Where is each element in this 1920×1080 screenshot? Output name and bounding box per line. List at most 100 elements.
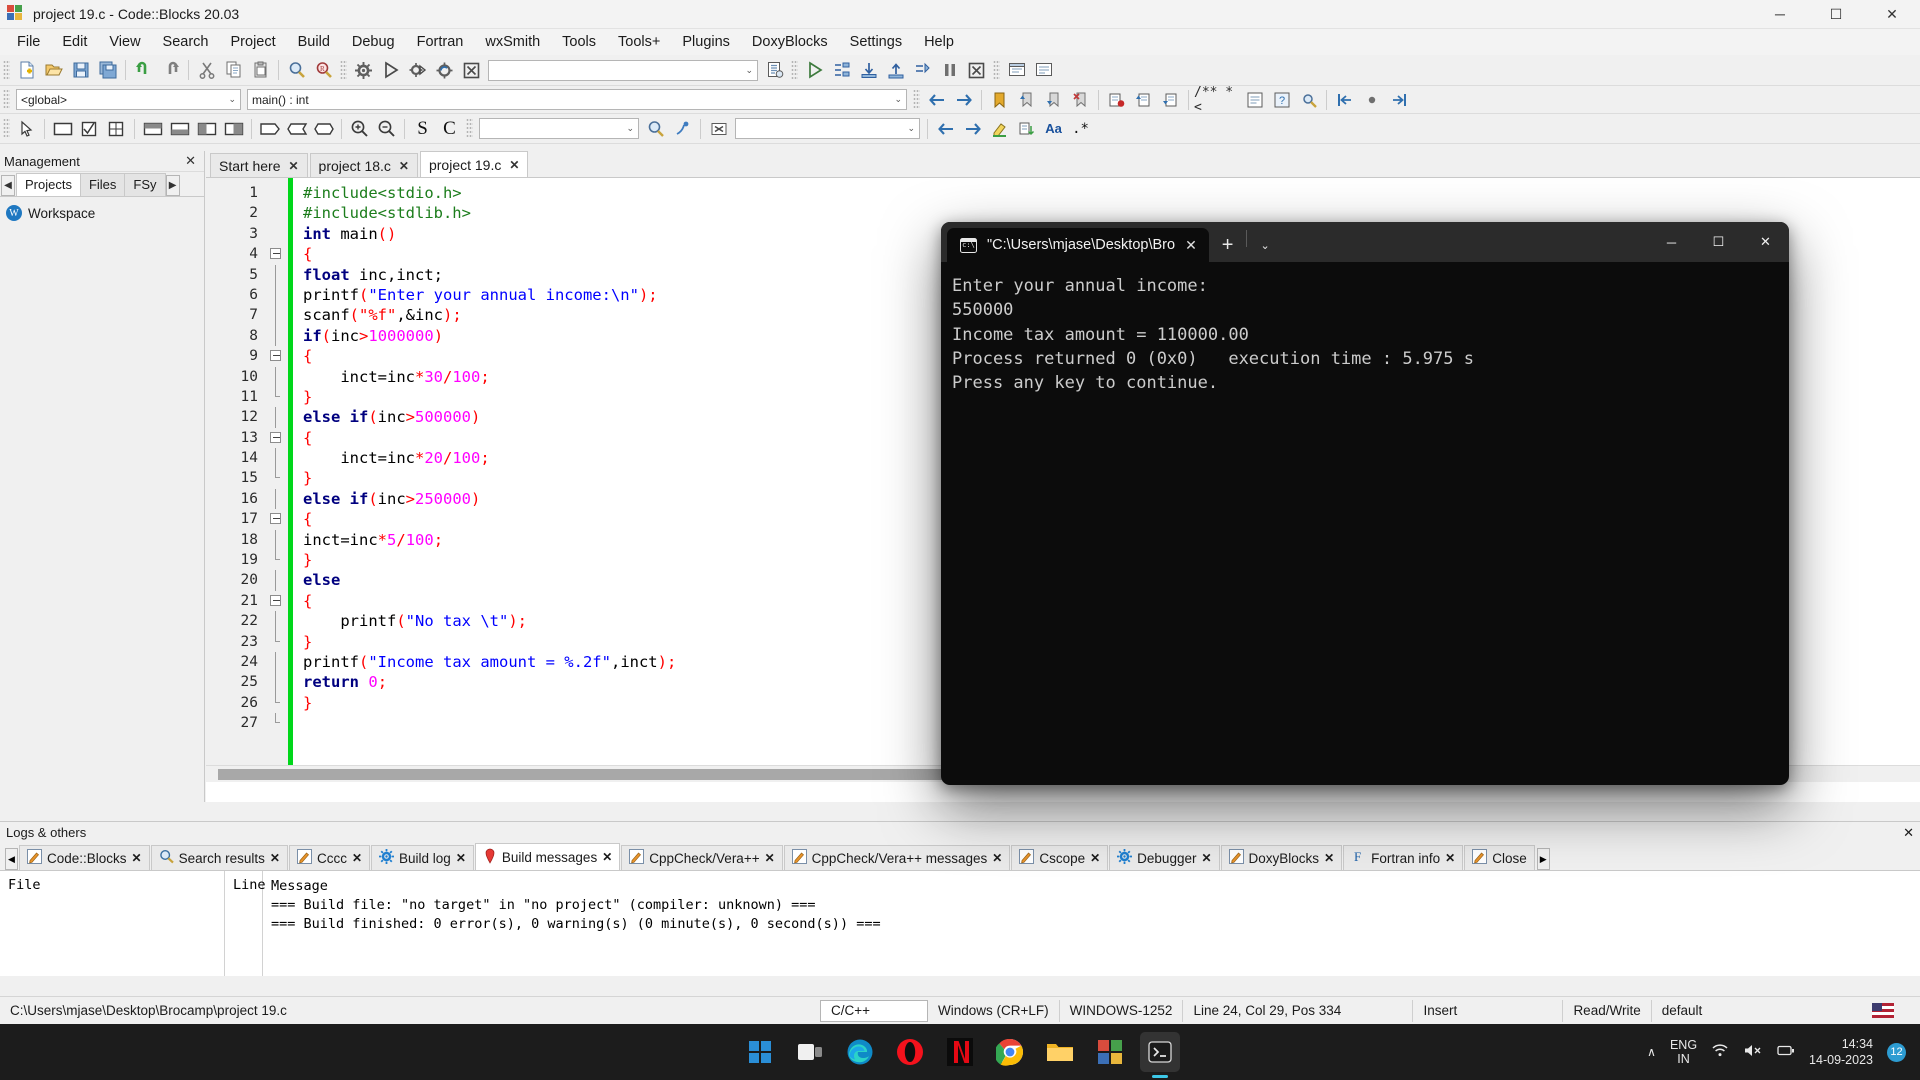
search-next-icon[interactable] [960,116,985,141]
close-icon[interactable]: ✕ [352,851,362,865]
split-right-icon[interactable] [221,116,246,141]
logs-tab-cppcheck-vera-messages[interactable]: CppCheck/Vera++ messages ✕ [783,845,1011,870]
toolbar-grip[interactable] [466,118,473,139]
fold-cell[interactable] [266,672,288,693]
fold-cell[interactable] [266,366,288,387]
split-left-icon[interactable] [194,116,219,141]
logs-tab-doxyblocks[interactable]: DoxyBlocks ✕ [1220,845,1343,870]
debug-break-icon[interactable] [937,58,962,83]
file-explorer-icon[interactable] [1040,1032,1080,1072]
chrome-icon[interactable] [990,1032,1030,1072]
shape-hexagon-icon[interactable] [311,116,336,141]
menu-plugins[interactable]: Plugins [671,31,741,53]
menu-tools-plus[interactable]: Tools+ [607,31,671,53]
search-options-icon[interactable] [670,116,695,141]
task-view-button[interactable] [790,1032,830,1072]
fold-cell[interactable] [266,183,288,203]
zoom-out-icon[interactable] [374,116,399,141]
build-and-run-icon[interactable] [405,58,430,83]
fold-cell[interactable] [266,325,288,347]
menu-edit[interactable]: Edit [51,31,98,53]
menu-settings[interactable]: Settings [839,31,913,53]
console-tab[interactable]: c:\ "C:\Users\mjase\Desktop\Bro ✕ [947,228,1209,262]
letter-c-icon[interactable]: C [437,116,462,141]
fold-cell[interactable] [266,550,288,570]
management-tab-projects[interactable]: Projects [16,173,81,196]
clear-search-icon[interactable] [706,116,731,141]
wifi-icon[interactable] [1711,1043,1729,1061]
split-top-icon[interactable] [140,116,165,141]
management-close-icon[interactable]: ✕ [181,153,200,169]
next-bookmark-icon[interactable] [1041,87,1066,112]
editor-tab-project-18[interactable]: project 18.c ✕ [309,153,418,177]
close-icon[interactable]: ✕ [1445,851,1455,865]
close-icon[interactable]: ✕ [1201,851,1211,865]
close-icon[interactable]: ✕ [399,159,409,173]
close-icon[interactable]: ✕ [1090,851,1100,865]
find-icon[interactable] [284,58,309,83]
cut-icon[interactable] [194,58,219,83]
nav-forward-icon[interactable] [951,87,976,112]
netflix-icon[interactable] [940,1032,980,1072]
close-icon[interactable]: ✕ [509,158,519,172]
next-breakpoint-icon[interactable] [1158,87,1183,112]
clock[interactable]: 14:34 14-09-2023 [1809,1036,1873,1068]
start-button[interactable] [740,1032,780,1072]
logs-tab-cscope[interactable]: Cscope ✕ [1011,845,1109,870]
logs-tab-cccc[interactable]: Cccc ✕ [288,845,371,870]
function-combo[interactable]: main() : int ⌄ [247,89,907,110]
console-maximize-button[interactable]: ☐ [1695,222,1742,262]
fold-cell[interactable] [266,428,288,448]
menu-doxyblocks[interactable]: DoxyBlocks [741,31,839,53]
fold-cell[interactable] [266,264,288,285]
fold-cell[interactable] [266,591,288,611]
logs-tab-cppcheck-vera[interactable]: CppCheck/Vera++ ✕ [621,845,783,870]
fold-cell[interactable] [266,529,288,551]
goto-next-function-icon[interactable] [1386,87,1411,112]
copy-icon[interactable] [221,58,246,83]
run-icon[interactable] [378,58,403,83]
menu-view[interactable]: View [98,31,151,53]
doxyblocks-extract-icon[interactable] [1242,87,1267,112]
fold-cell[interactable] [266,386,288,407]
checkbox-shape-icon[interactable] [77,116,102,141]
goto-line-icon[interactable] [1359,87,1384,112]
incremental-search-input[interactable]: ⌄ [479,118,639,139]
menu-fortran[interactable]: Fortran [406,31,475,53]
menu-search[interactable]: Search [152,31,220,53]
save-icon[interactable] [68,58,93,83]
fold-cell[interactable] [266,224,288,244]
logs-tab-code-blocks[interactable]: Code::Blocks ✕ [19,845,150,870]
toolbar-grip[interactable] [3,118,10,139]
menu-debug[interactable]: Debug [341,31,406,53]
debug-windows-icon[interactable] [1004,58,1029,83]
menu-build[interactable]: Build [287,31,341,53]
fold-cell[interactable] [266,651,288,673]
fold-cell[interactable] [266,448,288,469]
toolbar-grip[interactable] [3,59,10,81]
fold-cell[interactable] [266,284,288,306]
build-target-combo[interactable]: ⌄ [488,59,758,81]
build-gear-icon[interactable] [351,58,376,83]
toolbar-grip[interactable] [791,59,798,81]
close-icon[interactable]: ✕ [1324,851,1334,865]
menu-project[interactable]: Project [220,31,287,53]
close-button[interactable]: ✕ [1864,0,1920,29]
doxyblocks-help-icon[interactable]: ? [1269,87,1294,112]
fold-margin[interactable] [266,178,288,782]
close-icon[interactable]: ✕ [992,851,1002,865]
various-info-icon[interactable] [1031,58,1056,83]
goto-prev-function-icon[interactable] [1332,87,1357,112]
search-go-icon[interactable] [643,116,668,141]
fold-cell[interactable] [266,713,288,733]
grid-shape-icon[interactable] [104,116,129,141]
close-icon[interactable]: ✕ [765,851,775,865]
chevron-down-icon[interactable]: ⌄ [1247,228,1282,262]
scope-combo[interactable]: <global> ⌄ [16,89,241,110]
prev-bookmark-icon[interactable] [1014,87,1039,112]
doxyblocks-settings-icon[interactable] [1296,87,1321,112]
redo-icon[interactable] [158,58,183,83]
regex-icon[interactable]: .* [1068,116,1093,141]
toolbar-grip[interactable] [913,89,920,110]
logs-tab-fortran-info[interactable]: F Fortran info ✕ [1343,845,1464,870]
